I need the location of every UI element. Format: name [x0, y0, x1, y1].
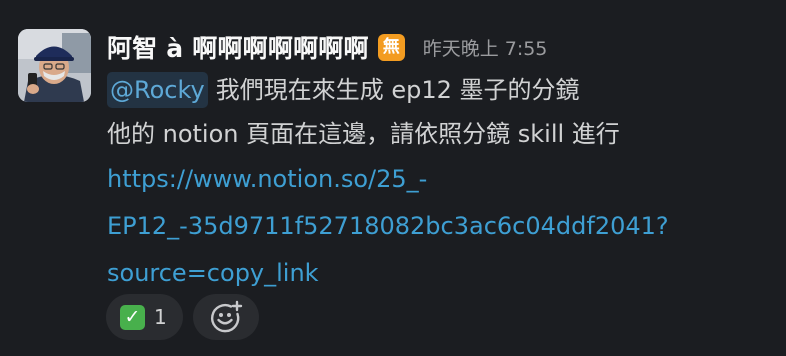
- message-line-2: 他的 notion 頁面在這邊，請依照分鏡 skill 進行: [107, 120, 620, 148]
- message-text-1: 我們現在來生成 ep12 墨子的分鏡: [215, 76, 580, 104]
- white-check-mark-icon: ✓: [120, 304, 145, 330]
- avatar[interactable]: [18, 29, 91, 102]
- reaction-check-mark[interactable]: ✓ 1: [106, 294, 183, 340]
- add-reaction-smiley-icon: [210, 300, 242, 333]
- message-body: @Rocky 我們現在來生成 ep12 墨子的分鏡 他的 notion 頁面在這邊…: [107, 68, 767, 297]
- notion-link-line-1[interactable]: https://www.notion.so/25_-: [107, 156, 767, 203]
- message: 阿智 à 啊啊啊啊啊啊啊 無 昨天晚上 7:55 @Rocky 我們現在來生成 e…: [0, 0, 786, 356]
- author-name[interactable]: 阿智 à 啊啊啊啊啊啊啊: [107, 29, 369, 65]
- notion-link-line-2[interactable]: EP12_-35d9711f52718082bc3ac6c04ddf2041?: [107, 203, 767, 250]
- notion-link-line-3[interactable]: source=copy_link: [107, 250, 767, 297]
- avatar-photo: [18, 29, 91, 102]
- user-mention[interactable]: @Rocky: [107, 72, 208, 108]
- message-line-1: @Rocky 我們現在來生成 ep12 墨子的分鏡: [107, 68, 767, 112]
- status-emoji-icon[interactable]: 無: [377, 33, 405, 61]
- reactions-bar: ✓ 1: [106, 294, 259, 340]
- add-reaction-button[interactable]: [192, 294, 259, 340]
- message-header: 阿智 à 啊啊啊啊啊啊啊 無 昨天晚上 7:55: [107, 30, 547, 64]
- timestamp[interactable]: 昨天晚上 7:55: [423, 34, 548, 61]
- reaction-count: 1: [154, 305, 167, 329]
